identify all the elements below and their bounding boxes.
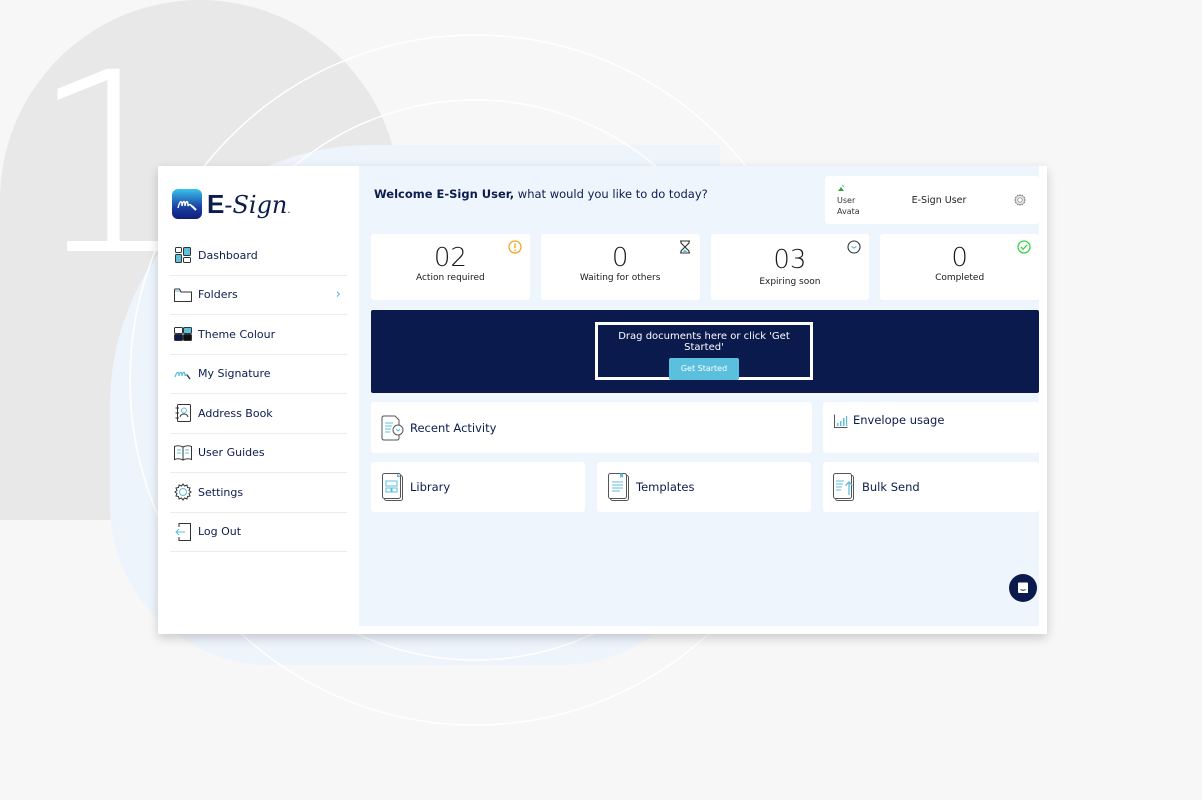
sidebar: E-Sign. Dashboard Folders › Theme Colour…: [158, 166, 359, 634]
sidebar-item-log-out[interactable]: Log Out: [170, 513, 347, 552]
user-name: E-Sign User: [911, 194, 967, 206]
check-circle-icon: [1017, 240, 1031, 254]
sidebar-item-label: Dashboard: [198, 248, 258, 262]
bulk-send-tile[interactable]: Bulk Send: [823, 462, 1039, 512]
tile-label: Envelope usage: [853, 413, 945, 427]
tile-label: Library: [410, 480, 451, 494]
stat-value: 0: [951, 243, 968, 273]
chat-icon: [1018, 582, 1028, 593]
sidebar-item-folders[interactable]: Folders ›: [170, 276, 347, 315]
dashboard-icon: [174, 246, 192, 264]
stat-label: Expiring soon: [759, 277, 821, 287]
recent-activity-icon: [380, 414, 406, 442]
folder-icon: [174, 286, 192, 304]
welcome-message: Welcome E-Sign User, what would you like…: [374, 187, 708, 201]
stat-card-waiting-for-others[interactable]: 0 Waiting for others: [540, 234, 700, 300]
address-book-icon: [174, 404, 192, 423]
envelope-usage-tile[interactable]: Envelope usage: [823, 402, 1039, 453]
stat-value: 03: [773, 245, 807, 275]
library-tile[interactable]: Library: [371, 462, 585, 512]
dropzone-text: Drag documents here or click 'Get Starte…: [618, 331, 790, 353]
chat-support-button[interactable]: [1009, 574, 1037, 602]
signature-icon: [174, 365, 192, 383]
recent-activity-tile[interactable]: Recent Activity: [371, 402, 812, 453]
brand-logo[interactable]: E-Sign.: [172, 186, 347, 222]
sidebar-item-label: Theme Colour: [198, 327, 276, 341]
brand-name: E-Sign.: [207, 188, 291, 219]
clock-icon: [847, 240, 861, 254]
logout-icon: [174, 522, 192, 541]
sidebar-item-settings[interactable]: Settings: [170, 473, 347, 513]
tile-label: Bulk Send: [862, 480, 920, 494]
templates-tile[interactable]: Templates: [597, 462, 811, 512]
sidebar-item-label: User Guides: [198, 446, 265, 460]
avatar: User Avata: [837, 184, 867, 217]
sidebar-item-user-guides[interactable]: User Guides: [170, 434, 347, 473]
hourglass-icon: [679, 240, 690, 254]
get-started-button[interactable]: Get Started: [669, 358, 739, 380]
sidebar-item-label: Log Out: [198, 525, 242, 539]
sidebar-item-label: Folders: [198, 288, 238, 302]
sidebar-item-dashboard[interactable]: Dashboard: [170, 236, 347, 276]
sidebar-item-label: Settings: [198, 485, 244, 499]
settings-icon: [174, 483, 192, 502]
stat-card-action-required[interactable]: 02 Action required: [371, 234, 530, 300]
document-dropzone[interactable]: Drag documents here or click 'Get Starte…: [371, 310, 1039, 393]
stat-label: Waiting for others: [579, 273, 661, 283]
theme-colour-icon: [174, 325, 192, 343]
user-profile-card[interactable]: User Avata E-Sign User: [825, 176, 1039, 224]
stat-card-completed[interactable]: 0 Completed: [880, 234, 1039, 300]
sidebar-item-label: My Signature: [198, 367, 271, 381]
stat-card-expiring-soon[interactable]: 03 Expiring soon: [710, 234, 870, 300]
sidebar-item-label: Address Book: [198, 406, 273, 420]
sidebar-item-address-book[interactable]: Address Book: [170, 394, 347, 434]
stat-value: 0: [611, 243, 629, 273]
stat-label: Action required: [415, 273, 485, 283]
sidebar-item-my-signature[interactable]: My Signature: [170, 355, 347, 394]
tile-label: Recent Activity: [410, 420, 497, 435]
library-icon: [380, 473, 406, 501]
gear-icon[interactable]: [1011, 194, 1029, 206]
alert-icon: [508, 240, 522, 254]
main-content: Welcome E-Sign User, what would you like…: [359, 166, 1039, 626]
dropzone-box: Drag documents here or click 'Get Starte…: [595, 322, 813, 380]
stat-value: 02: [433, 243, 467, 273]
bulk-send-icon: [832, 473, 858, 501]
tile-label: Templates: [636, 480, 695, 494]
signature-logo-icon: [172, 189, 202, 219]
bar-chart-icon: [833, 413, 849, 429]
sidebar-item-theme-colour[interactable]: Theme Colour: [170, 315, 347, 355]
stat-label: Completed: [935, 273, 985, 283]
templates-icon: [606, 473, 632, 501]
broken-image-icon: [838, 184, 845, 191]
app-window: E-Sign. Dashboard Folders › Theme Colour…: [158, 166, 1047, 634]
user-guides-icon: [174, 444, 192, 462]
stats-row: 02 Action required 0 Waiting for others …: [371, 234, 1039, 300]
chevron-right-icon[interactable]: ›: [336, 287, 341, 302]
